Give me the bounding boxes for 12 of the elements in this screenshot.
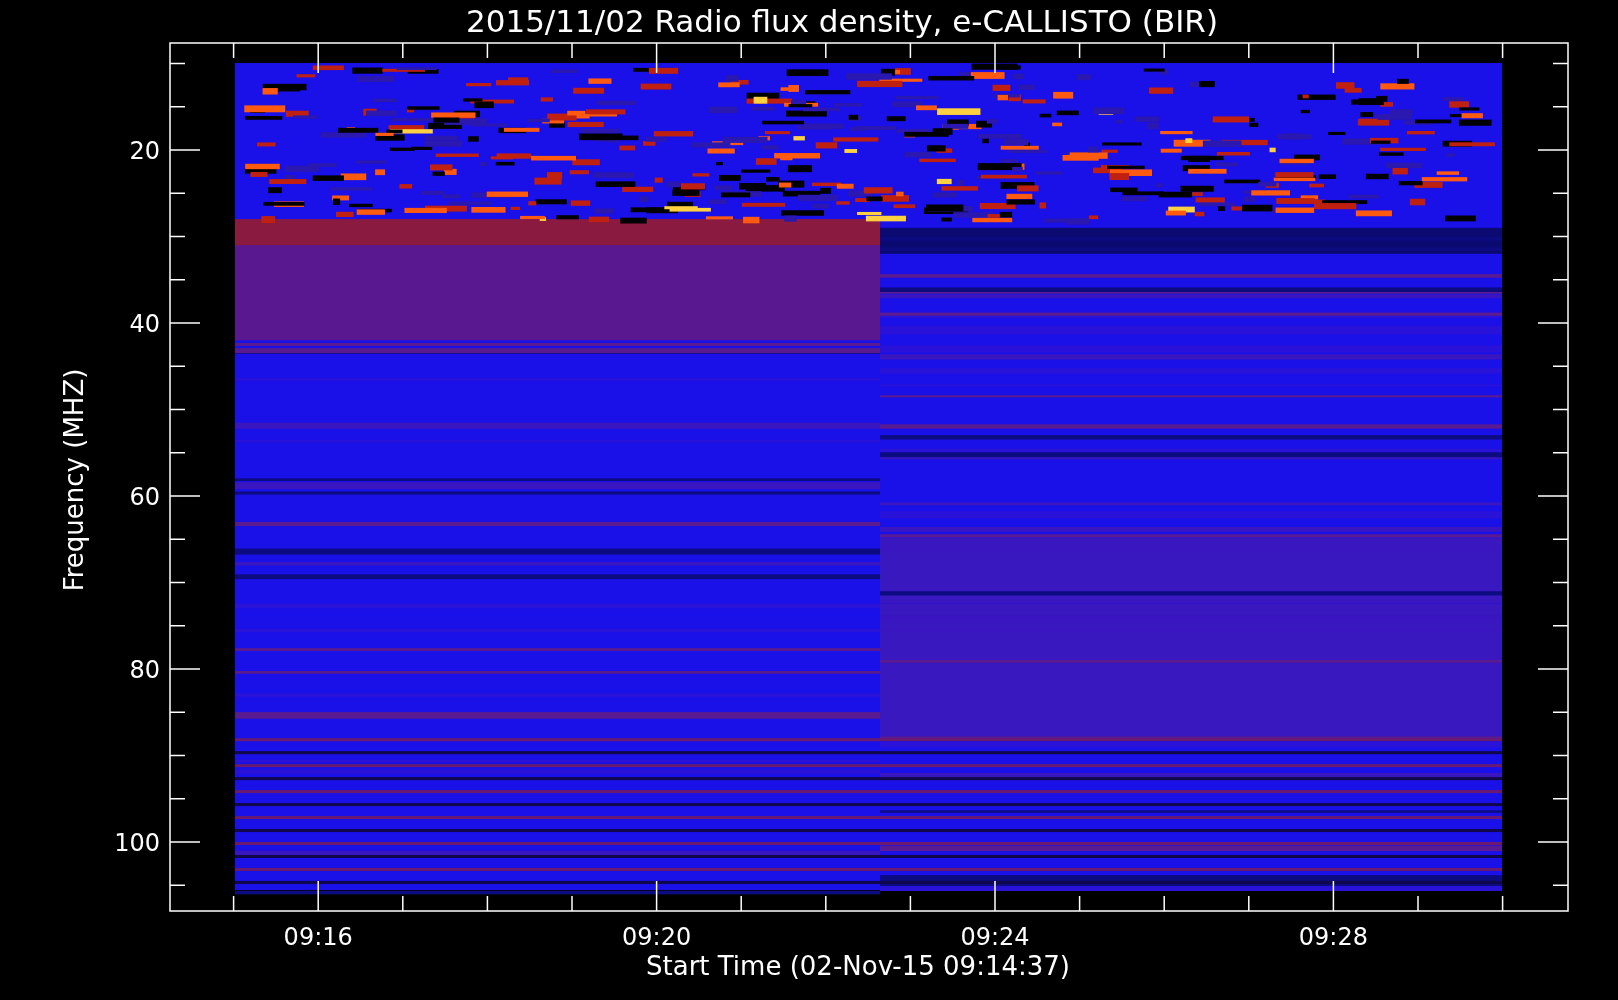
y-tick-label: 20 [129, 137, 160, 165]
x-tick-label: 09:16 [283, 923, 353, 951]
x-tick-label: 09:20 [622, 923, 692, 951]
y-tick-label: 60 [129, 483, 160, 511]
y-tick-label: 40 [129, 310, 160, 338]
y-axis-label: Frequency (MHZ) [59, 368, 89, 592]
plot-title: 2015/11/02 Radio flux density, e-CALLISTO (BIR) [466, 3, 1218, 39]
y-tick-label: 100 [114, 829, 160, 857]
x-axis-label: Start Time (02-Nov-15 09:14:37) [646, 951, 1070, 981]
x-tick-label: 09:24 [960, 923, 1030, 951]
x-tick-label: 09:28 [1298, 923, 1368, 951]
y-tick-label: 80 [129, 656, 160, 684]
